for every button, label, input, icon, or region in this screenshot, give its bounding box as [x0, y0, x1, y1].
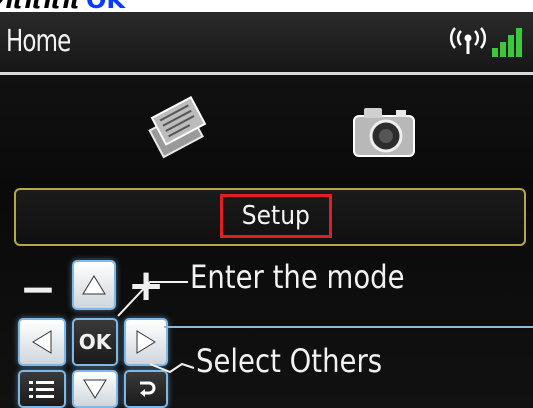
lcd-screen: Home Setup − + OK Enter the mode Select …: [0, 12, 533, 408]
down-arrow-icon: [83, 379, 107, 399]
setup-mode-highlight[interactable]: Setup: [220, 194, 332, 238]
divider-line: [164, 326, 533, 328]
menu-list-key[interactable]: [18, 370, 66, 408]
select-others-callout: Select Others: [196, 342, 383, 380]
page-title: Home: [6, 24, 71, 59]
wifi-icon: [450, 27, 486, 54]
instruction-strip: ⁄ππππOK: [0, 0, 533, 12]
up-arrow-key[interactable]: [72, 260, 116, 310]
right-arrow-key[interactable]: [124, 318, 168, 366]
list-icon: [29, 381, 54, 398]
up-arrow-icon: [82, 275, 106, 295]
plus-key[interactable]: +: [126, 260, 166, 311]
right-arrow-icon: [136, 330, 156, 354]
left-arrow-icon: [32, 330, 52, 354]
left-arrow-key[interactable]: [18, 318, 66, 366]
down-arrow-key[interactable]: [72, 370, 118, 408]
copy-icon[interactable]: [138, 94, 214, 164]
ok-reference: OK: [86, 0, 125, 12]
ok-button[interactable]: OK: [72, 318, 118, 366]
back-key[interactable]: [124, 370, 168, 408]
setup-label: Setup: [241, 201, 311, 231]
instruction-text: ⁄ππππOK: [0, 0, 125, 12]
photo-camera-icon[interactable]: [346, 96, 422, 166]
minus-key[interactable]: −: [20, 264, 57, 315]
enter-mode-callout: Enter the mode: [190, 258, 405, 296]
header-bar: Home: [0, 12, 533, 75]
back-arrow-icon: [140, 381, 156, 397]
signal-strength-icon: [492, 28, 522, 57]
ok-label: OK: [78, 330, 112, 354]
